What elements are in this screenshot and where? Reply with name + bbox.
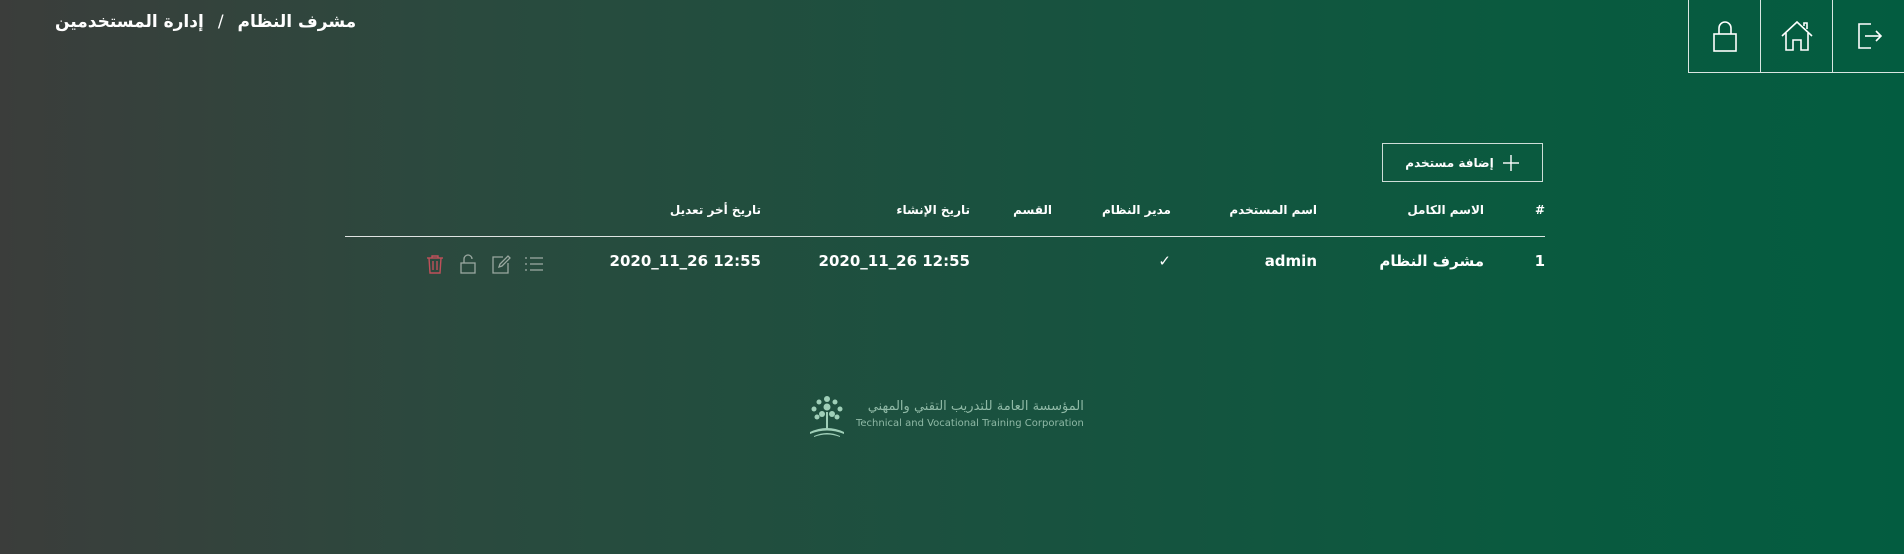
header-created-at: تاريخ الإنشاء — [896, 203, 970, 217]
details-button[interactable] — [524, 254, 544, 274]
header-modified-at: تاريخ أخر تعديل — [669, 203, 761, 217]
table-header: # الاسم الكامل اسم المستخدم مدير النظام … — [345, 196, 1545, 237]
row-modified-at: 2020_11_26 12:55 — [609, 252, 761, 270]
row-actions — [425, 254, 544, 274]
org-name-arabic: المؤسسة العامة للتدريب التقني والمهني — [867, 399, 1084, 414]
home-icon — [1780, 20, 1813, 51]
plus-icon — [1502, 154, 1519, 171]
logo-text: المؤسسة العامة للتدريب التقني والمهني Te… — [856, 399, 1084, 429]
trash-icon — [427, 255, 443, 274]
list-icon — [525, 257, 543, 271]
logout-button[interactable] — [1832, 0, 1904, 73]
breadcrumb-item-user-management: إدارة المستخدمين — [55, 12, 204, 32]
home-button[interactable] — [1760, 0, 1832, 73]
row-created-at: 2020_11_26 12:55 — [818, 252, 970, 270]
add-user-label: إضافة مستخدم — [1405, 155, 1494, 170]
org-name-english: Technical and Vocational Training Corpor… — [856, 418, 1084, 429]
tvtc-logo: المؤسسة العامة للتدريب التقني والمهني Te… — [806, 390, 1084, 438]
row-username: admin — [1264, 252, 1317, 270]
header-full-name: الاسم الكامل — [1407, 203, 1484, 217]
delete-button[interactable] — [425, 254, 445, 274]
header-department: القسم — [1013, 203, 1052, 217]
tvtc-tree-logo-icon — [810, 396, 844, 437]
edit-button[interactable] — [491, 254, 511, 274]
users-table: # الاسم الكامل اسم المستخدم مدير النظام … — [345, 196, 1545, 277]
row-full-name: مشرف النظام — [1379, 252, 1484, 270]
lock-button[interactable] — [1688, 0, 1760, 73]
unlock-icon — [460, 254, 476, 274]
breadcrumb-item-admin[interactable]: مشرف النظام — [238, 12, 357, 32]
row-index: 1 — [1534, 252, 1545, 270]
breadcrumb-separator: / — [217, 12, 224, 32]
edit-icon — [492, 255, 511, 274]
row-system-admin-check: ✓ — [1158, 252, 1171, 270]
header-username: اسم المستخدم — [1229, 203, 1317, 217]
lock-icon — [1712, 21, 1737, 52]
breadcrumb: مشرف النظام / إدارة المستخدمين — [55, 12, 356, 32]
lock-user-button[interactable] — [458, 254, 478, 274]
topbar-buttons — [1688, 0, 1904, 73]
add-user-button[interactable]: إضافة مستخدم — [1382, 143, 1543, 182]
logout-icon — [1857, 23, 1882, 49]
header-system-admin: مدير النظام — [1101, 203, 1171, 217]
header-index: # — [1534, 203, 1545, 217]
